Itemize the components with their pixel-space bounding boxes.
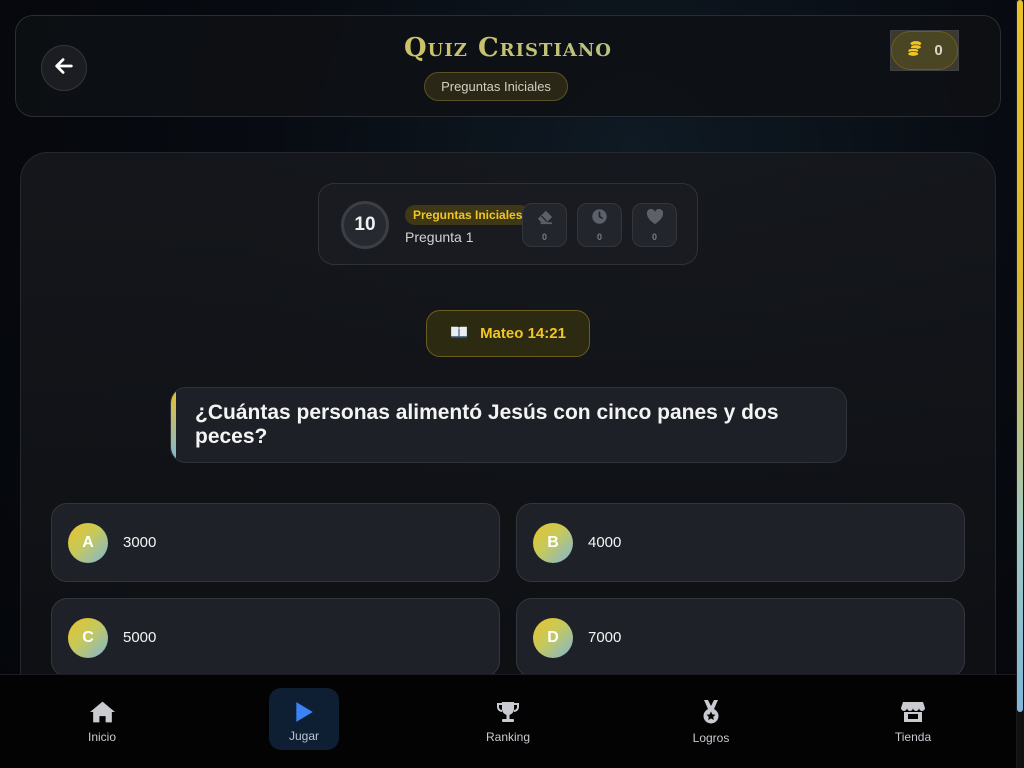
app-title: Quiz Cristiano [16,33,1000,63]
play-icon [294,701,314,726]
powerup-count: 0 [651,231,657,242]
question-number: Pregunta 1 [405,229,474,245]
medal-icon [699,699,723,728]
scrollbar[interactable] [1016,0,1024,768]
powerup-life-button[interactable]: 0 [632,203,677,247]
store-icon [900,700,926,727]
status-panel: 10 Preguntas Iniciales Pregunta 1 0 0 0 [318,183,698,265]
book-icon [450,325,468,343]
trophy-icon [495,700,521,727]
answer-value: 3000 [123,534,157,551]
answer-option-d[interactable]: D 7000 [516,598,965,677]
nav-item-ranking[interactable]: Ranking [463,675,553,768]
coins-icon [906,39,924,62]
verse-text: Mateo 14:21 [480,325,566,342]
answer-value: 4000 [588,534,622,551]
coin-balance[interactable]: 0 [890,30,959,71]
heart-icon [646,208,664,230]
answer-value: 5000 [123,629,157,646]
answer-letter: C [68,618,108,658]
answer-option-b[interactable]: B 4000 [516,503,965,582]
answer-letter: B [533,523,573,563]
nav-label: Jugar [288,729,320,743]
coin-count: 0 [934,42,943,59]
powerup-eraser-button[interactable]: 0 [522,203,567,247]
question-counter: 10 [341,201,389,249]
nav-label: Ranking [485,730,531,744]
nav-item-logros[interactable]: Logros [666,675,756,768]
powerup-time-button[interactable]: 0 [577,203,622,247]
answer-option-a[interactable]: A 3000 [51,503,500,582]
clock-icon [591,208,608,230]
verse-reference[interactable]: Mateo 14:21 [426,310,590,357]
mode-badge: Preguntas Iniciales [424,72,568,101]
answer-letter: D [533,618,573,658]
question-text: ¿Cuántas personas alimentó Jesús con cin… [195,401,779,448]
category-badge: Preguntas Iniciales [405,205,531,225]
nav-item-inicio[interactable]: Inicio [57,675,147,768]
nav-label: Logros [692,731,730,745]
bottom-navigation: Inicio Jugar Ranking Logros Tienda [0,674,1016,768]
nav-item-jugar[interactable]: Jugar [259,675,349,768]
nav-item-tienda[interactable]: Tienda [868,675,958,768]
question-accent-bar [171,388,176,462]
nav-label: Inicio [87,730,116,744]
answer-value: 7000 [588,629,622,646]
coin-balance-pill [891,31,958,70]
top-header: Quiz Cristiano Preguntas Iniciales [15,15,1001,117]
answer-letter: A [68,523,108,563]
powerup-count: 0 [596,232,602,242]
home-icon [89,700,116,727]
question-box: ¿Cuántas personas alimentó Jesús con cin… [170,387,847,463]
scrollbar-thumb[interactable] [1017,0,1023,712]
powerup-count: 0 [541,231,547,242]
answer-option-c[interactable]: C 5000 [51,598,500,677]
nav-label: Tienda [894,730,932,744]
eraser-icon [536,209,554,230]
